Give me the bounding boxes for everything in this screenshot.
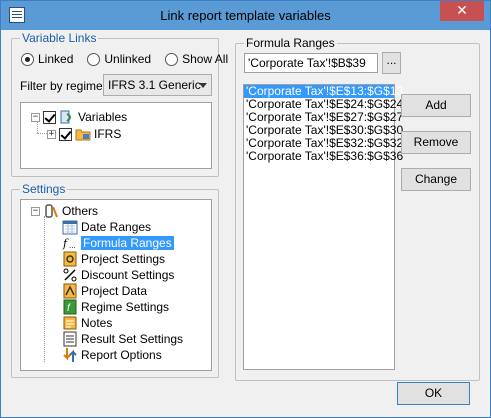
variables-tree[interactable]: − Variables + IFRS	[20, 102, 212, 169]
svg-text:f: f	[62, 237, 69, 250]
project-settings-icon	[62, 251, 78, 267]
close-button[interactable]: ✕	[440, 1, 484, 21]
tree-item-label: Project Settings	[81, 252, 166, 266]
tree-node-variables-label: Variables	[78, 110, 128, 124]
radio-linked-label: Linked	[38, 52, 74, 66]
others-icon	[43, 203, 59, 219]
tree-node-ifrs[interactable]: + IFRS	[47, 126, 121, 142]
remove-button[interactable]: Remove	[401, 131, 471, 154]
variables-checkbox[interactable]	[43, 110, 56, 124]
report-options-icon	[62, 347, 78, 363]
formula-ranges-title: Formula Ranges	[244, 36, 337, 50]
tree-item-label: Discount Settings	[81, 268, 175, 282]
regime-select-value: IFRS 3.1 Generic	[108, 78, 201, 92]
ok-button[interactable]: OK	[397, 382, 470, 405]
tree-node-variables[interactable]: − Variables	[31, 109, 127, 125]
tree-node-others[interactable]: − Others	[31, 203, 98, 219]
tree-node-ifrs-label: IFRS	[94, 127, 122, 141]
formula-icon: f...	[62, 235, 78, 251]
svg-text:...: ...	[69, 241, 76, 250]
tree-node-others-label: Others	[62, 204, 99, 218]
tree-item-label: Date Ranges	[81, 220, 152, 234]
collapse-icon[interactable]: −	[31, 206, 40, 216]
radio-linked[interactable]: Linked	[21, 52, 73, 66]
tree-item-label: Result Set Settings	[81, 332, 184, 346]
filter-regime-label: Filter by regime:	[20, 79, 107, 93]
tree-item-result-set-settings[interactable]: Result Set Settings	[59, 331, 183, 347]
collapse-icon[interactable]: −	[31, 112, 40, 122]
tree-item-formula-ranges[interactable]: f... Formula Ranges	[59, 235, 174, 251]
variable-links-title: Variable Links	[20, 31, 99, 45]
link-filter-radios: Linked Unlinked Show All	[21, 52, 228, 66]
folder-icon	[75, 126, 91, 142]
project-data-icon	[62, 283, 78, 299]
tree-item-label: Regime Settings	[81, 300, 170, 314]
radio-show-all-label: Show All	[182, 52, 229, 66]
tree-item-discount-settings[interactable]: Discount Settings	[59, 267, 174, 283]
expand-icon[interactable]: +	[47, 129, 56, 139]
regime-icon: f	[62, 299, 78, 315]
tree-item-date-ranges[interactable]: Date Ranges	[59, 219, 151, 235]
tree-item-notes[interactable]: Notes	[59, 315, 112, 331]
radio-unlinked-circle[interactable]	[87, 52, 101, 66]
range-input[interactable]: 'Corporate Tax'!$B$39	[244, 53, 378, 73]
tree-item-project-data[interactable]: Project Data	[59, 283, 147, 299]
radio-show-all[interactable]: Show All	[165, 52, 228, 66]
title-bar[interactable]: Link report template variables ✕	[1, 1, 490, 30]
radio-linked-circle[interactable]	[21, 52, 34, 66]
browse-button[interactable]: ...	[382, 52, 401, 74]
calendar-icon	[62, 219, 78, 235]
radio-unlinked-label: Unlinked	[104, 52, 152, 66]
tree-item-label: Report Options	[81, 348, 162, 362]
chevron-down-icon[interactable]	[199, 83, 207, 88]
tree-item-label: Notes	[81, 316, 113, 330]
ifrs-checkbox[interactable]	[59, 127, 72, 141]
result-set-icon	[62, 331, 78, 347]
change-button[interactable]: Change	[401, 168, 471, 191]
dialog-window: Link report template variables ✕ Variabl…	[0, 0, 491, 418]
radio-show-all-circle[interactable]	[165, 52, 179, 66]
window-title: Link report template variables	[160, 8, 331, 23]
list-item[interactable]: 'Corporate Tax'!$E$36:$G$36	[244, 150, 403, 163]
radio-unlinked[interactable]: Unlinked	[87, 52, 151, 66]
settings-title: Settings	[20, 182, 68, 196]
ranges-list[interactable]: 'Corporate Tax'!$E$13:$G$13 'Corporate T…	[243, 84, 403, 370]
notes-icon	[62, 315, 78, 331]
add-button[interactable]: Add	[401, 94, 471, 117]
tree-item-regime-settings[interactable]: f Regime Settings	[59, 299, 169, 315]
tree-item-report-options[interactable]: Report Options	[59, 347, 162, 363]
tree-item-project-settings[interactable]: Project Settings	[59, 251, 165, 267]
regime-select[interactable]: IFRS 3.1 Generic	[103, 74, 212, 96]
settings-tree[interactable]: − Others Date Ranges f... Formula Ranges…	[20, 199, 212, 371]
tree-item-label-selected: Formula Ranges	[81, 236, 174, 250]
percent-icon	[62, 267, 78, 283]
variables-icon	[59, 109, 75, 125]
tree-item-label: Project Data	[81, 284, 148, 298]
